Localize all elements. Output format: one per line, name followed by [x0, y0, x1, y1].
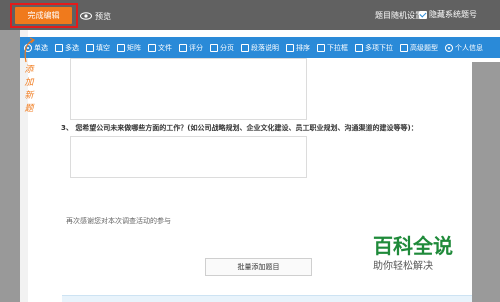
star-icon	[179, 43, 187, 52]
sort-icon	[286, 43, 294, 52]
person-icon	[445, 43, 453, 52]
hide-number-checkbox[interactable]	[419, 10, 427, 19]
toolbar-item-label: 个人信息	[455, 43, 483, 52]
toolbar-item-12[interactable]: 高级题型	[400, 37, 438, 58]
answer-textarea-q3[interactable]	[70, 136, 307, 178]
fill-blank-icon	[86, 43, 94, 52]
dropdown-icon	[317, 43, 325, 52]
toolbar-item-5[interactable]: 文件	[148, 37, 172, 58]
finish-editing-button[interactable]: 完成编辑	[15, 7, 72, 24]
toolbar-item-8[interactable]: 段落说明	[241, 37, 279, 58]
thanks-text: 再次感谢您对本次调查活动的参与	[66, 217, 171, 225]
toolbar-item-label: 评分	[189, 43, 203, 52]
toolbar-item-label: 段落说明	[251, 43, 279, 52]
toolbar-item-label: 多选	[65, 43, 79, 52]
toolbar-item-4[interactable]: 矩阵	[117, 37, 141, 58]
toolbar-item-11[interactable]: 多项下拉	[355, 37, 393, 58]
checkbox-icon	[55, 43, 63, 52]
paperclip-icon	[148, 43, 156, 52]
question-type-toolbar: 单选 多选 填空 矩阵 文件 评分 分页 段落说明 排序 下拉框 多项下拉 高级题型 个人信息	[20, 37, 500, 58]
multi-dropdown-icon	[355, 43, 363, 52]
preview-label: 预览	[95, 11, 111, 21]
toolbar-item-label: 分页	[220, 43, 234, 52]
toolbar-item-label: 填空	[96, 43, 110, 52]
hide-number-toggle[interactable]: 隐藏系统题号	[419, 9, 477, 20]
eye-icon	[80, 12, 92, 20]
question-3: 3、 您希望公司未来做哪些方面的工作？(如公司战略规划、企业文化建设、员工职业规…	[61, 123, 418, 133]
matrix-icon	[117, 43, 125, 52]
toolbar-item-label: 高级题型	[410, 43, 438, 52]
answer-textarea-q2[interactable]	[70, 58, 307, 120]
preview-button[interactable]: 预览	[80, 9, 111, 23]
toolbar-item-9[interactable]: 排序	[286, 37, 310, 58]
watermark-title: 百科全说	[373, 234, 453, 258]
toolbar-item-7[interactable]: 分页	[210, 37, 234, 58]
paragraph-icon	[241, 43, 249, 52]
watermark-subtitle: 助你轻松解决	[373, 261, 433, 272]
toolbar-item-label: 多项下拉	[365, 43, 393, 52]
curved-arrow-icon	[24, 37, 36, 63]
batch-add-questions-button[interactable]: 批量添加题目	[205, 258, 312, 276]
toolbar-item-label: 排序	[296, 43, 310, 52]
random-setting-link[interactable]: 题目随机设置	[375, 10, 423, 21]
toolbar-item-2[interactable]: 多选	[55, 37, 79, 58]
question-3-number: 3、	[61, 124, 73, 132]
bottom-info-strip	[62, 295, 472, 302]
toolbar-item-3[interactable]: 填空	[86, 37, 110, 58]
toolbar-item-label: 下拉框	[327, 43, 348, 52]
advanced-icon	[400, 43, 408, 52]
left-gutter	[0, 30, 20, 302]
toolbar-item-label: 矩阵	[127, 43, 141, 52]
toolbar-item-label: 单选	[34, 43, 48, 52]
toolbar-item-10[interactable]: 下拉框	[317, 37, 348, 58]
question-3-text: 您希望公司未来做哪些方面的工作？(如公司战略规划、企业文化建设、员工职业规划、沟…	[75, 124, 418, 132]
right-gutter	[472, 62, 500, 302]
page-break-icon	[210, 43, 218, 52]
toolbar-item-label: 文件	[158, 43, 172, 52]
toolbar-item-6[interactable]: 评分	[179, 37, 203, 58]
add-question-side-label: 添加新题	[24, 65, 34, 114]
hide-number-label: 隐藏系统题号	[429, 10, 477, 19]
toolbar-item-13[interactable]: 个人信息	[445, 37, 483, 58]
